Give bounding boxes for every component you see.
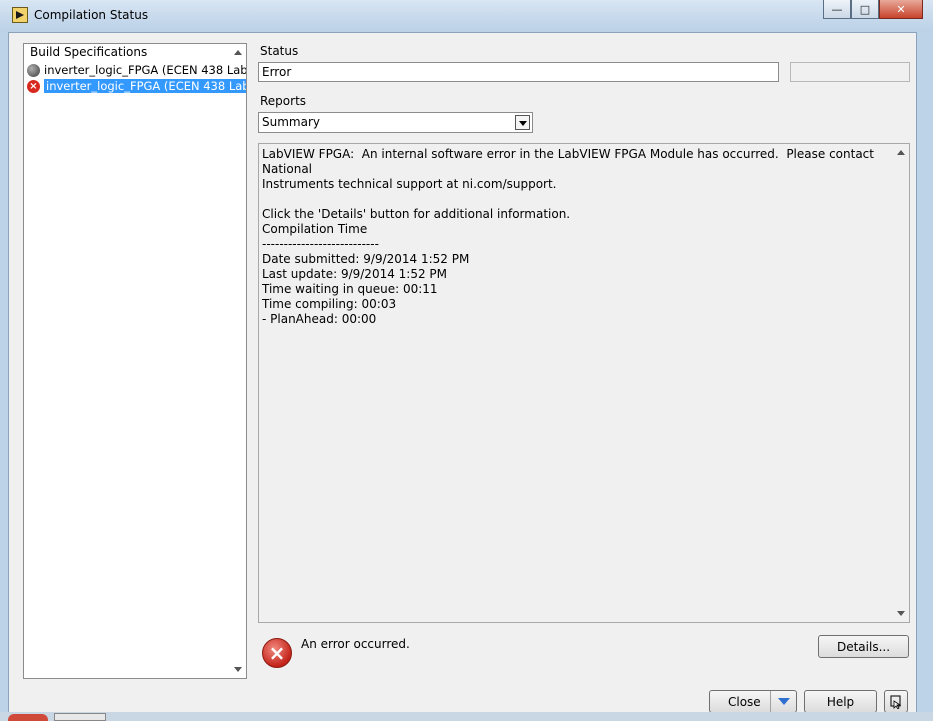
error-icon: ×: [27, 79, 40, 93]
close-button-label: Close: [728, 694, 761, 709]
dialog-client-area: Build Specifications inverter_logic_FPGA…: [8, 32, 917, 721]
list-scrollbar[interactable]: [231, 44, 246, 678]
scroll-up-arrow-icon[interactable]: [897, 150, 905, 155]
report-scrollbar[interactable]: [894, 144, 909, 622]
window-title: Compilation Status: [34, 8, 149, 22]
reports-selected-value: Summary: [262, 115, 320, 129]
reports-label: Reports: [260, 94, 307, 108]
chevron-down-icon[interactable]: [770, 691, 796, 712]
report-line: Instruments technical support at ni.com/…: [262, 177, 557, 191]
window-controls: — □ ✕: [823, 0, 923, 20]
report-line: Time waiting in queue: 00:11: [262, 282, 438, 296]
help-button[interactable]: Help: [804, 690, 877, 713]
error-icon: ×: [262, 638, 292, 668]
status-field: Error: [258, 62, 779, 82]
close-button[interactable]: Close: [709, 690, 797, 713]
build-spec-item[interactable]: inverter_logic_FPGA (ECEN 438 Lab: [24, 62, 246, 78]
status-extra-field: [790, 62, 910, 82]
report-line: Click the 'Details' button for additiona…: [262, 207, 571, 221]
taskbar-start-icon[interactable]: [8, 714, 48, 721]
report-line: Compilation Time: [262, 222, 368, 236]
scroll-down-arrow-icon[interactable]: [234, 667, 242, 672]
help-button-label: Help: [826, 694, 855, 709]
taskbar-window-item[interactable]: [54, 713, 106, 721]
status-label: Status: [260, 44, 299, 58]
minimize-button[interactable]: —: [823, 0, 851, 19]
report-line: LabVIEW FPGA: An internal software error…: [262, 147, 878, 176]
title-bar: Compilation Status — □ ✕: [0, 0, 933, 32]
scroll-down-arrow-icon[interactable]: [897, 611, 905, 616]
report-line: Date submitted: 9/9/2014 1:52 PM: [262, 252, 470, 266]
maximize-button[interactable]: □: [851, 0, 879, 19]
build-spec-item-selected[interactable]: × inverter_logic_FPGA (ECEN 438 Lab: [24, 78, 246, 94]
reports-dropdown[interactable]: Summary: [258, 112, 533, 133]
error-message: An error occurred.: [301, 637, 410, 651]
labview-app-icon: [12, 7, 28, 23]
build-spec-label: inverter_logic_FPGA (ECEN 438 Lab: [44, 63, 246, 77]
taskbar: [0, 712, 933, 721]
report-line: Time compiling: 00:03: [262, 297, 397, 311]
details-button-label: Details...: [836, 639, 891, 654]
details-button[interactable]: Details...: [818, 635, 909, 658]
context-help-button[interactable]: [884, 690, 908, 713]
context-help-icon: [890, 694, 902, 709]
report-text-area[interactable]: LabVIEW FPGA: An internal software error…: [258, 143, 910, 623]
build-specifications-header: Build Specifications: [24, 44, 246, 62]
status-grey-icon: [27, 63, 40, 77]
report-line: Last update: 9/9/2014 1:52 PM: [262, 267, 448, 281]
build-spec-label: inverter_logic_FPGA (ECEN 438 Lab: [44, 79, 246, 93]
window-close-button[interactable]: ✕: [879, 0, 923, 19]
report-line: ---------------------------: [262, 237, 379, 251]
build-specifications-list[interactable]: Build Specifications inverter_logic_FPGA…: [23, 43, 247, 679]
report-line: - PlanAhead: 00:00: [262, 312, 377, 326]
dropdown-arrow-icon[interactable]: [515, 115, 530, 130]
scroll-up-arrow-icon[interactable]: [234, 50, 242, 55]
